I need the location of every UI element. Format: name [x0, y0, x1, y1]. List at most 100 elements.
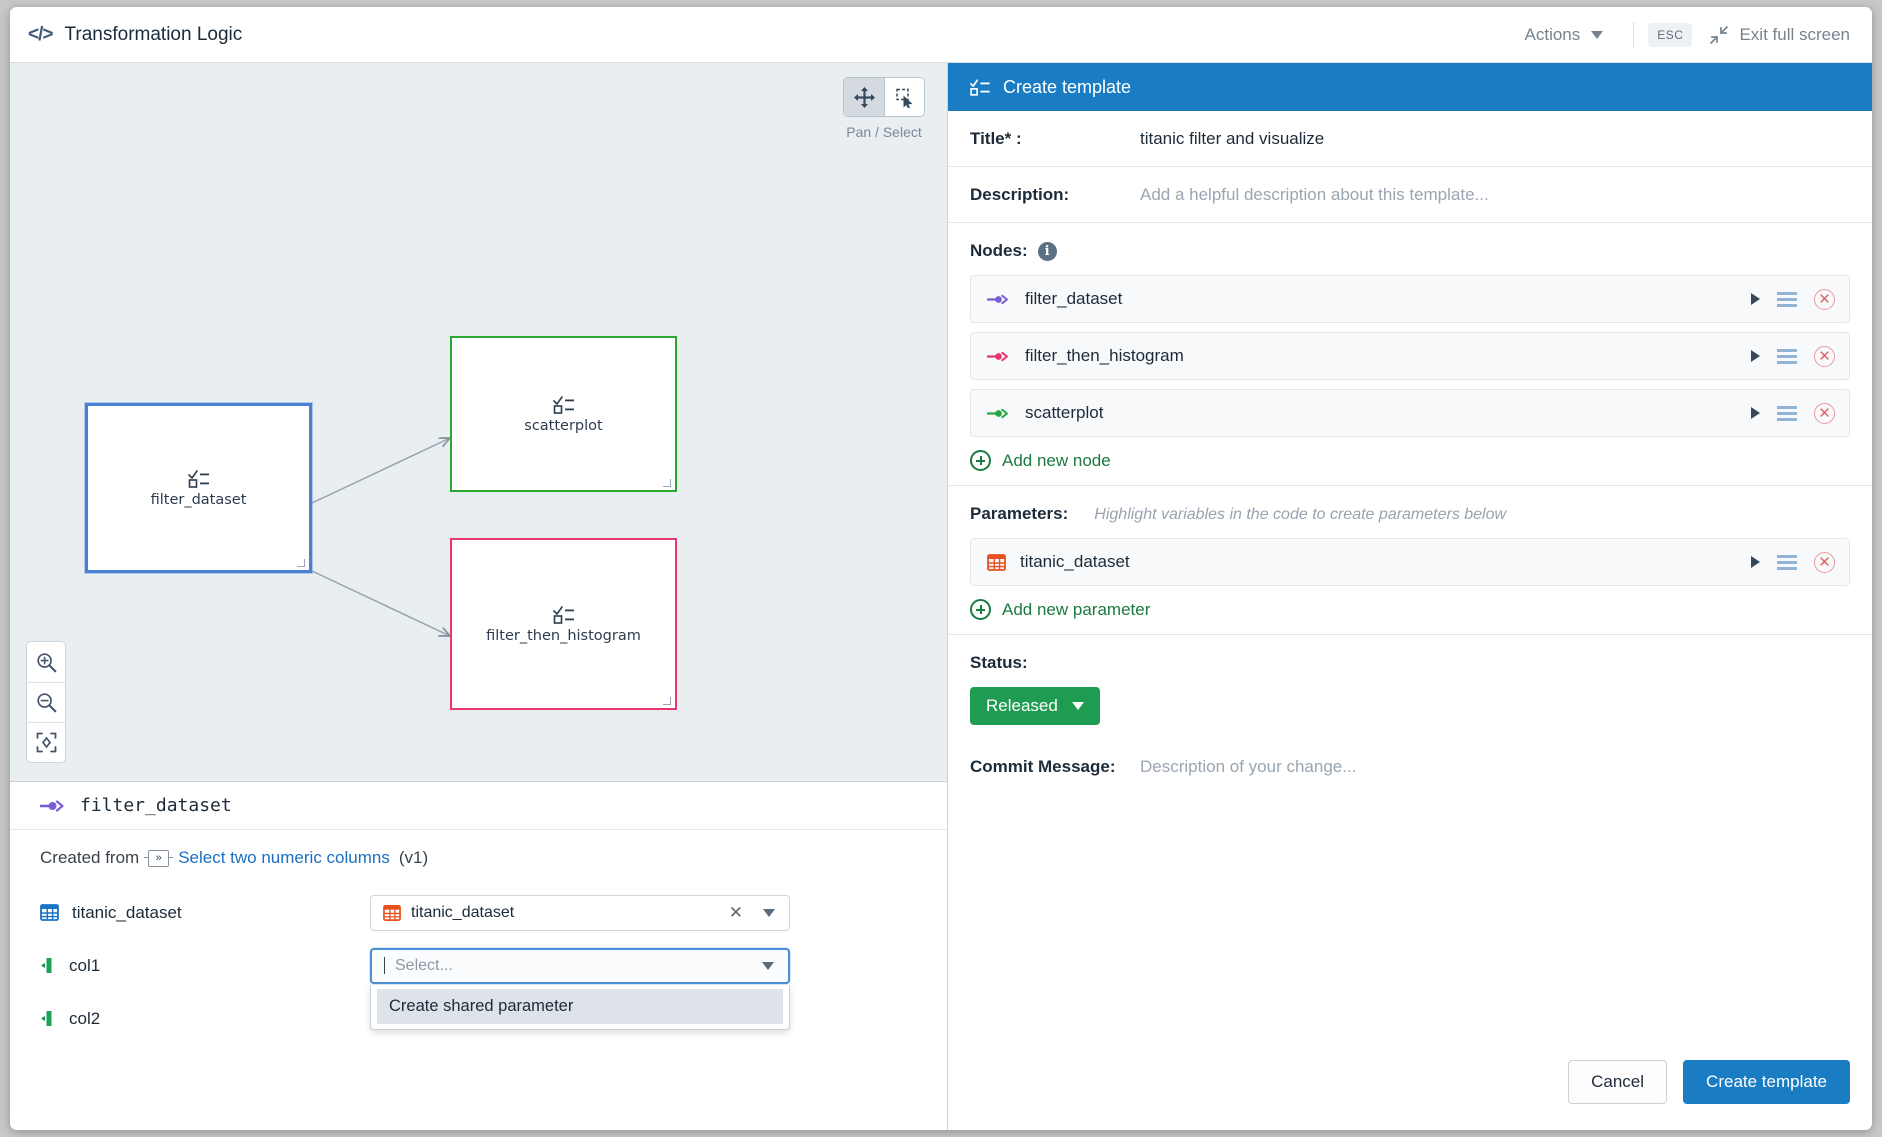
- graph-node-filter-dataset[interactable]: filter_dataset: [85, 403, 312, 573]
- parameter-list-item-titanic-dataset[interactable]: titanic_dataset ✕: [970, 538, 1850, 586]
- node-list-item-scatterplot[interactable]: scatterplot ✕: [970, 389, 1850, 437]
- create-template-button[interactable]: Create template: [1683, 1060, 1850, 1104]
- hamburger-icon[interactable]: [1777, 554, 1797, 570]
- select-col1-dropdown: Create shared parameter: [370, 985, 790, 1030]
- pan-tool-button[interactable]: [844, 78, 884, 116]
- checklist-icon: [187, 469, 209, 488]
- select-tool-button[interactable]: [884, 78, 924, 116]
- cancel-button[interactable]: Cancel: [1568, 1060, 1668, 1104]
- graph-node-filter-then-histogram[interactable]: filter_then_histogram: [450, 538, 677, 710]
- created-from-version: (v1): [398, 848, 429, 867]
- commit-message-row: Commit Message: Description of your chan…: [948, 739, 1872, 795]
- select-value-text: titanic_dataset: [411, 903, 515, 921]
- column-green-icon: [41, 958, 52, 973]
- hamburger-icon[interactable]: [1777, 405, 1797, 421]
- actions-button[interactable]: Actions: [1509, 19, 1620, 51]
- triangle-right-icon[interactable]: [1751, 407, 1760, 419]
- parameters-hint: Highlight variables in the code to creat…: [1094, 506, 1507, 523]
- plus-circle-icon: [970, 599, 991, 620]
- row-actions: ✕: [1751, 288, 1835, 310]
- create-template-header: Create template: [948, 63, 1872, 111]
- esc-key-badge: ESC: [1648, 22, 1693, 47]
- title-label: Title* :: [970, 128, 1022, 148]
- resize-handle[interactable]: [663, 697, 671, 705]
- resize-handle[interactable]: [297, 559, 305, 567]
- select-value: titanic_dataset: [383, 904, 713, 922]
- nodes-section-header: Nodes: i: [970, 241, 1850, 261]
- select-value: Select...: [384, 957, 748, 975]
- fit-to-screen-button[interactable]: [27, 722, 65, 762]
- graph-node-scatterplot[interactable]: scatterplot: [450, 336, 677, 492]
- hamburger-icon[interactable]: [1777, 348, 1797, 364]
- parameters-label: Parameters:: [970, 504, 1069, 523]
- status-section: Status: Released: [948, 635, 1872, 739]
- exit-fullscreen-icon: [1710, 25, 1729, 44]
- pan-select-label: Pan / Select: [846, 124, 922, 140]
- resize-handle[interactable]: [663, 479, 671, 487]
- exit-fullscreen-button[interactable]: Exit full screen: [1708, 24, 1850, 46]
- node-parameter-form: titanic_dataset titanic_dataset ✕ col1 S…: [10, 874, 947, 1045]
- field-label-titanic-dataset: titanic_dataset: [40, 903, 370, 923]
- clear-icon[interactable]: ✕: [723, 903, 749, 923]
- status-label: Status:: [970, 653, 1850, 673]
- field-label-col2: col2: [40, 1009, 370, 1029]
- commit-message-input[interactable]: Description of your change...: [1140, 757, 1356, 777]
- add-new-node-label: Add new node: [1002, 450, 1111, 470]
- delete-circle-x-icon[interactable]: ✕: [1814, 345, 1835, 367]
- graph-canvas[interactable]: filter_dataset scatterplot filter_then_h…: [10, 63, 947, 781]
- zoom-controls: [26, 641, 66, 763]
- zoom-out-button[interactable]: [27, 682, 65, 722]
- title-row: Title* : titanic filter and visualize: [948, 111, 1872, 167]
- description-input[interactable]: Add a helpful description about this tem…: [1140, 185, 1489, 205]
- zoom-in-icon: [36, 652, 56, 672]
- divider: [1633, 21, 1635, 48]
- row-actions: ✕: [1751, 402, 1835, 424]
- select-placeholder: Select...: [395, 956, 453, 974]
- top-bar-left: </> Transformation Logic: [28, 24, 242, 46]
- marquee-cursor-icon: [896, 88, 913, 108]
- node-detail-panel: filter_dataset Created from » Select two…: [10, 781, 947, 1130]
- nodes-section: Nodes: i filter_dataset ✕ filter_then_hi…: [948, 223, 1872, 486]
- create-template-title: Create template: [1003, 76, 1132, 97]
- status-value: Released: [986, 696, 1058, 715]
- add-new-parameter-button[interactable]: Add new parameter: [970, 599, 1850, 620]
- parameter-list-item-label: titanic_dataset: [1020, 552, 1130, 571]
- created-from-row: Created from » Select two numeric column…: [10, 830, 947, 874]
- created-from-link[interactable]: Select two numeric columns: [178, 848, 390, 868]
- hamburger-icon[interactable]: [1777, 291, 1797, 307]
- zoom-in-button[interactable]: [27, 642, 65, 682]
- pan-select-toolbar: Pan / Select: [843, 77, 925, 140]
- delete-circle-x-icon[interactable]: ✕: [1814, 288, 1835, 310]
- description-label: Description:: [970, 184, 1070, 204]
- title-value[interactable]: titanic filter and visualize: [1140, 129, 1324, 149]
- triangle-right-icon[interactable]: [1751, 293, 1760, 305]
- field-label-col1: col1: [40, 956, 370, 976]
- parameters-section-header: Parameters: Highlight variables in the c…: [970, 504, 1850, 524]
- select-col1[interactable]: Select...: [370, 947, 790, 984]
- delete-circle-x-icon[interactable]: ✕: [1814, 551, 1835, 573]
- triangle-right-icon[interactable]: [1751, 556, 1760, 568]
- node-list-item-filter-then-histogram[interactable]: filter_then_histogram ✕: [970, 332, 1850, 380]
- status-dropdown-button[interactable]: Released: [970, 687, 1100, 725]
- add-new-node-button[interactable]: Add new node: [970, 450, 1850, 471]
- nodes-label: Nodes:: [970, 241, 1028, 260]
- node-list-item-label: scatterplot: [1025, 403, 1104, 422]
- top-bar-right: Actions ESC Exit full screen: [1509, 19, 1850, 51]
- triangle-right-icon[interactable]: [1751, 350, 1760, 362]
- node-list-item-filter-dataset[interactable]: filter_dataset ✕: [970, 275, 1850, 323]
- arrow-node-icon: [987, 408, 1008, 418]
- chevron-down-icon[interactable]: [762, 961, 774, 970]
- delete-circle-x-icon[interactable]: ✕: [1814, 402, 1835, 424]
- description-row: Description: Add a helpful description a…: [948, 167, 1872, 223]
- checklist-icon: [552, 395, 574, 414]
- node-detail-title: filter_dataset: [80, 795, 232, 816]
- zoom-out-icon: [36, 693, 56, 713]
- select-titanic-dataset[interactable]: titanic_dataset ✕: [370, 894, 790, 931]
- graph-node-label: scatterplot: [524, 417, 603, 434]
- commit-message-label: Commit Message:: [970, 757, 1116, 776]
- info-icon[interactable]: i: [1037, 241, 1057, 261]
- field-label-text: titanic_dataset: [72, 902, 182, 922]
- dropdown-option-create-shared-parameter[interactable]: Create shared parameter: [377, 989, 783, 1024]
- page-title: Transformation Logic: [64, 23, 243, 45]
- chevron-down-icon[interactable]: [763, 908, 775, 917]
